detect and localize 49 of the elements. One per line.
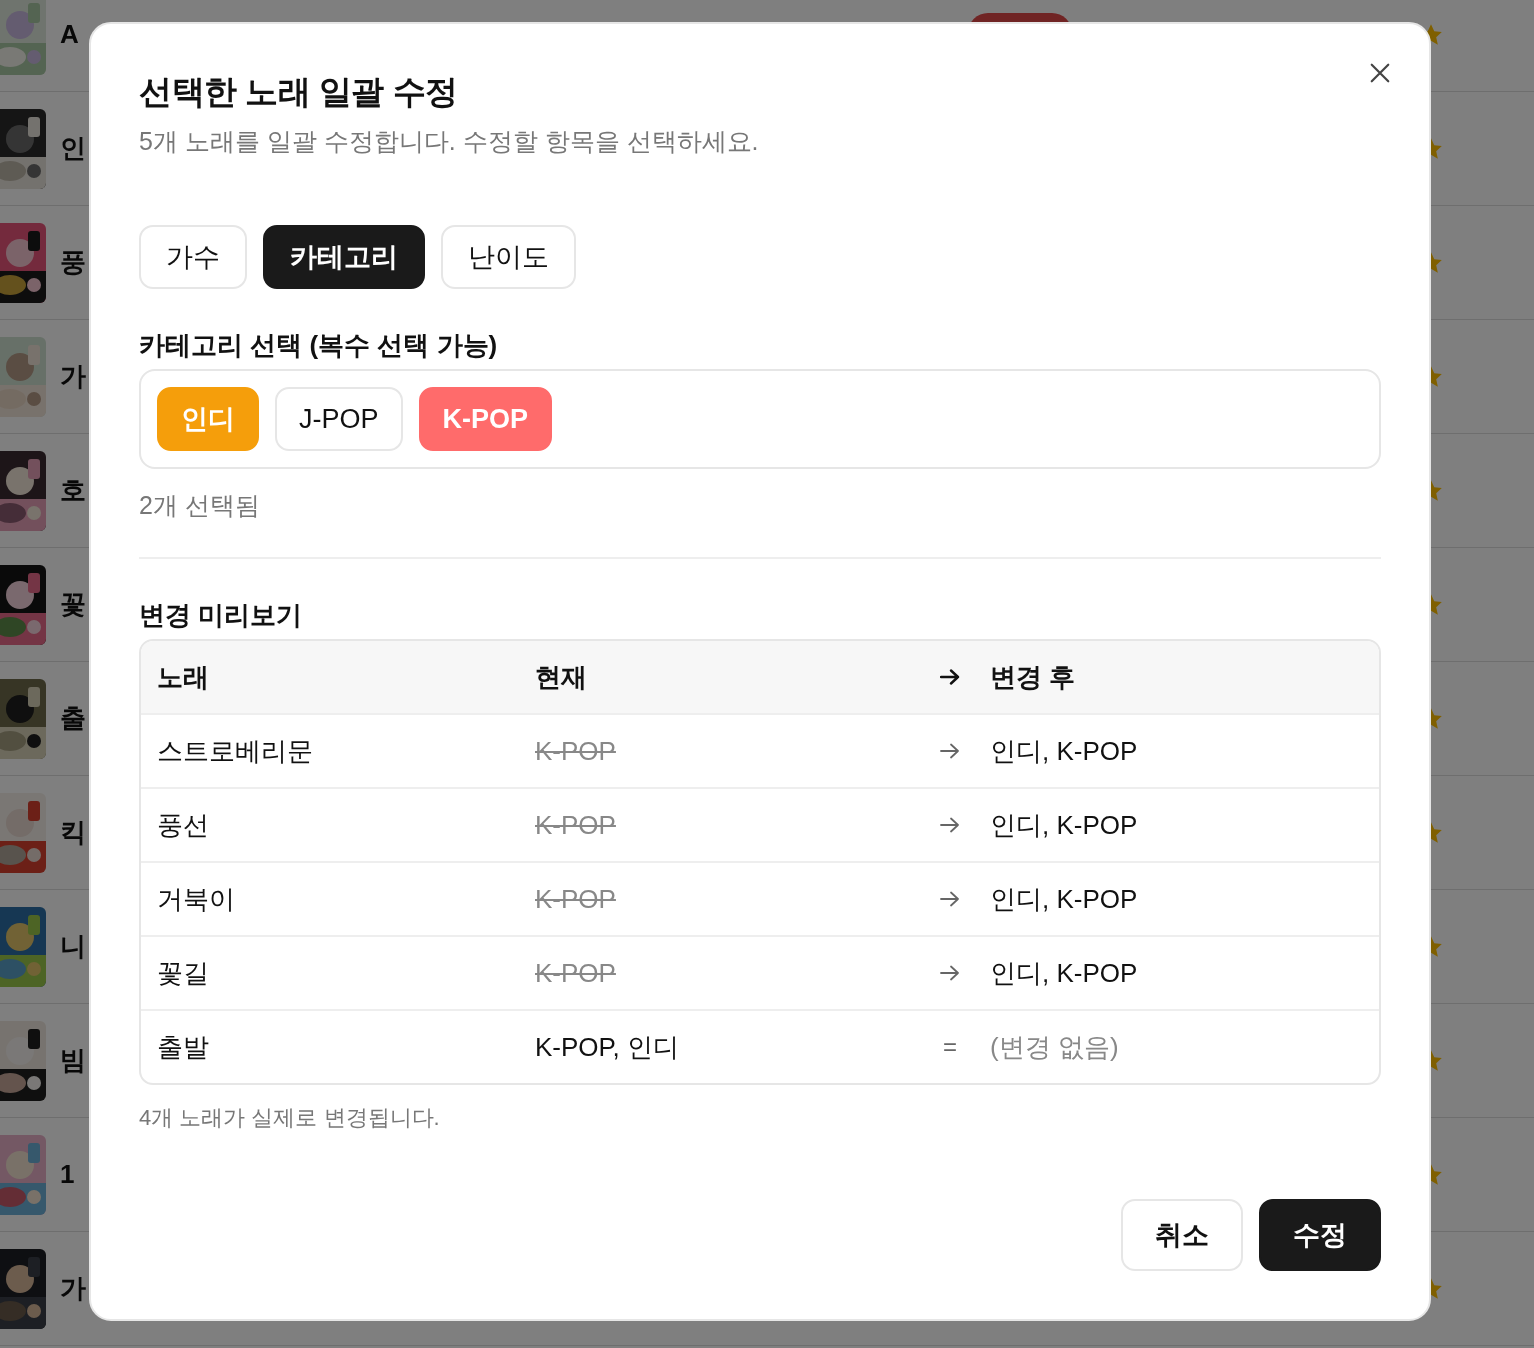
song-title: 호 bbox=[60, 474, 86, 507]
song-title: A bbox=[60, 19, 79, 50]
selection-count: 2개 선택됨 bbox=[139, 490, 260, 521]
table-cell-text: 스트로베리문 bbox=[157, 734, 314, 768]
table-cell-text: 거북이 bbox=[157, 882, 236, 916]
song-title: 꽃 bbox=[60, 588, 86, 621]
dialog-subtitle: 5개 노래를 일괄 수정합니다. 수정할 항목을 선택하세요. bbox=[139, 126, 760, 157]
table-cell-text: (변경 없음) bbox=[990, 1030, 1119, 1064]
equals-sign: = bbox=[943, 1033, 957, 1061]
field-tab[interactable]: 난이도 bbox=[441, 225, 576, 289]
section-label: 카테고리 선택 (복수 선택 가능) bbox=[139, 329, 498, 362]
dialog-title: 선택한 노래 일괄 수정 bbox=[139, 72, 458, 112]
song-title: 가 bbox=[60, 1272, 86, 1305]
field-tab[interactable]: 카테고리 bbox=[263, 225, 425, 289]
song-title: 킥 bbox=[60, 816, 86, 849]
category-chip[interactable]: J-POP bbox=[275, 387, 403, 451]
table-cell-text: 꽃길 bbox=[157, 956, 210, 990]
song-title: 1 bbox=[60, 1159, 75, 1190]
table-cell-text: K-POP bbox=[535, 735, 617, 767]
arrow-icon bbox=[940, 743, 960, 759]
table-cell-text: 인디, K-POP bbox=[990, 956, 1138, 990]
song-title: 가 bbox=[60, 360, 86, 393]
close-icon[interactable] bbox=[1369, 62, 1391, 84]
column-header: 노래 bbox=[157, 660, 210, 694]
section-label: 변경 미리보기 bbox=[139, 599, 303, 632]
table-cell-text: 인디, K-POP bbox=[990, 734, 1138, 768]
table-cell-text: K-POP, 인디 bbox=[535, 1030, 680, 1064]
column-header: 변경 후 bbox=[990, 660, 1076, 694]
table-cell-text: 인디, K-POP bbox=[990, 808, 1138, 842]
table-cell-text: 출발 bbox=[157, 1030, 210, 1064]
song-title: 출 bbox=[60, 702, 86, 735]
field-tab[interactable]: 가수 bbox=[139, 225, 247, 289]
table-cell-text: K-POP bbox=[535, 809, 617, 841]
cancel-button[interactable]: 취소 bbox=[1121, 1199, 1243, 1271]
column-header: 현재 bbox=[535, 660, 588, 694]
song-title: 니 bbox=[60, 930, 86, 963]
song-title: 빔 bbox=[60, 1044, 86, 1077]
table-cell-text: K-POP bbox=[535, 883, 617, 915]
submit-button[interactable]: 수정 bbox=[1259, 1199, 1381, 1271]
table-cell-text: 풍선 bbox=[157, 808, 210, 842]
song-title: 풍 bbox=[60, 246, 86, 279]
arrow-icon bbox=[940, 669, 960, 685]
arrow-icon bbox=[940, 965, 960, 981]
arrow-icon bbox=[940, 817, 960, 833]
table-cell-text: 인디, K-POP bbox=[990, 882, 1138, 916]
arrow-icon bbox=[940, 891, 960, 907]
song-title: 인 bbox=[60, 132, 86, 165]
change-note: 4개 노래가 실제로 변경됩니다. bbox=[139, 1104, 440, 1132]
table-cell-text: K-POP bbox=[535, 957, 617, 989]
